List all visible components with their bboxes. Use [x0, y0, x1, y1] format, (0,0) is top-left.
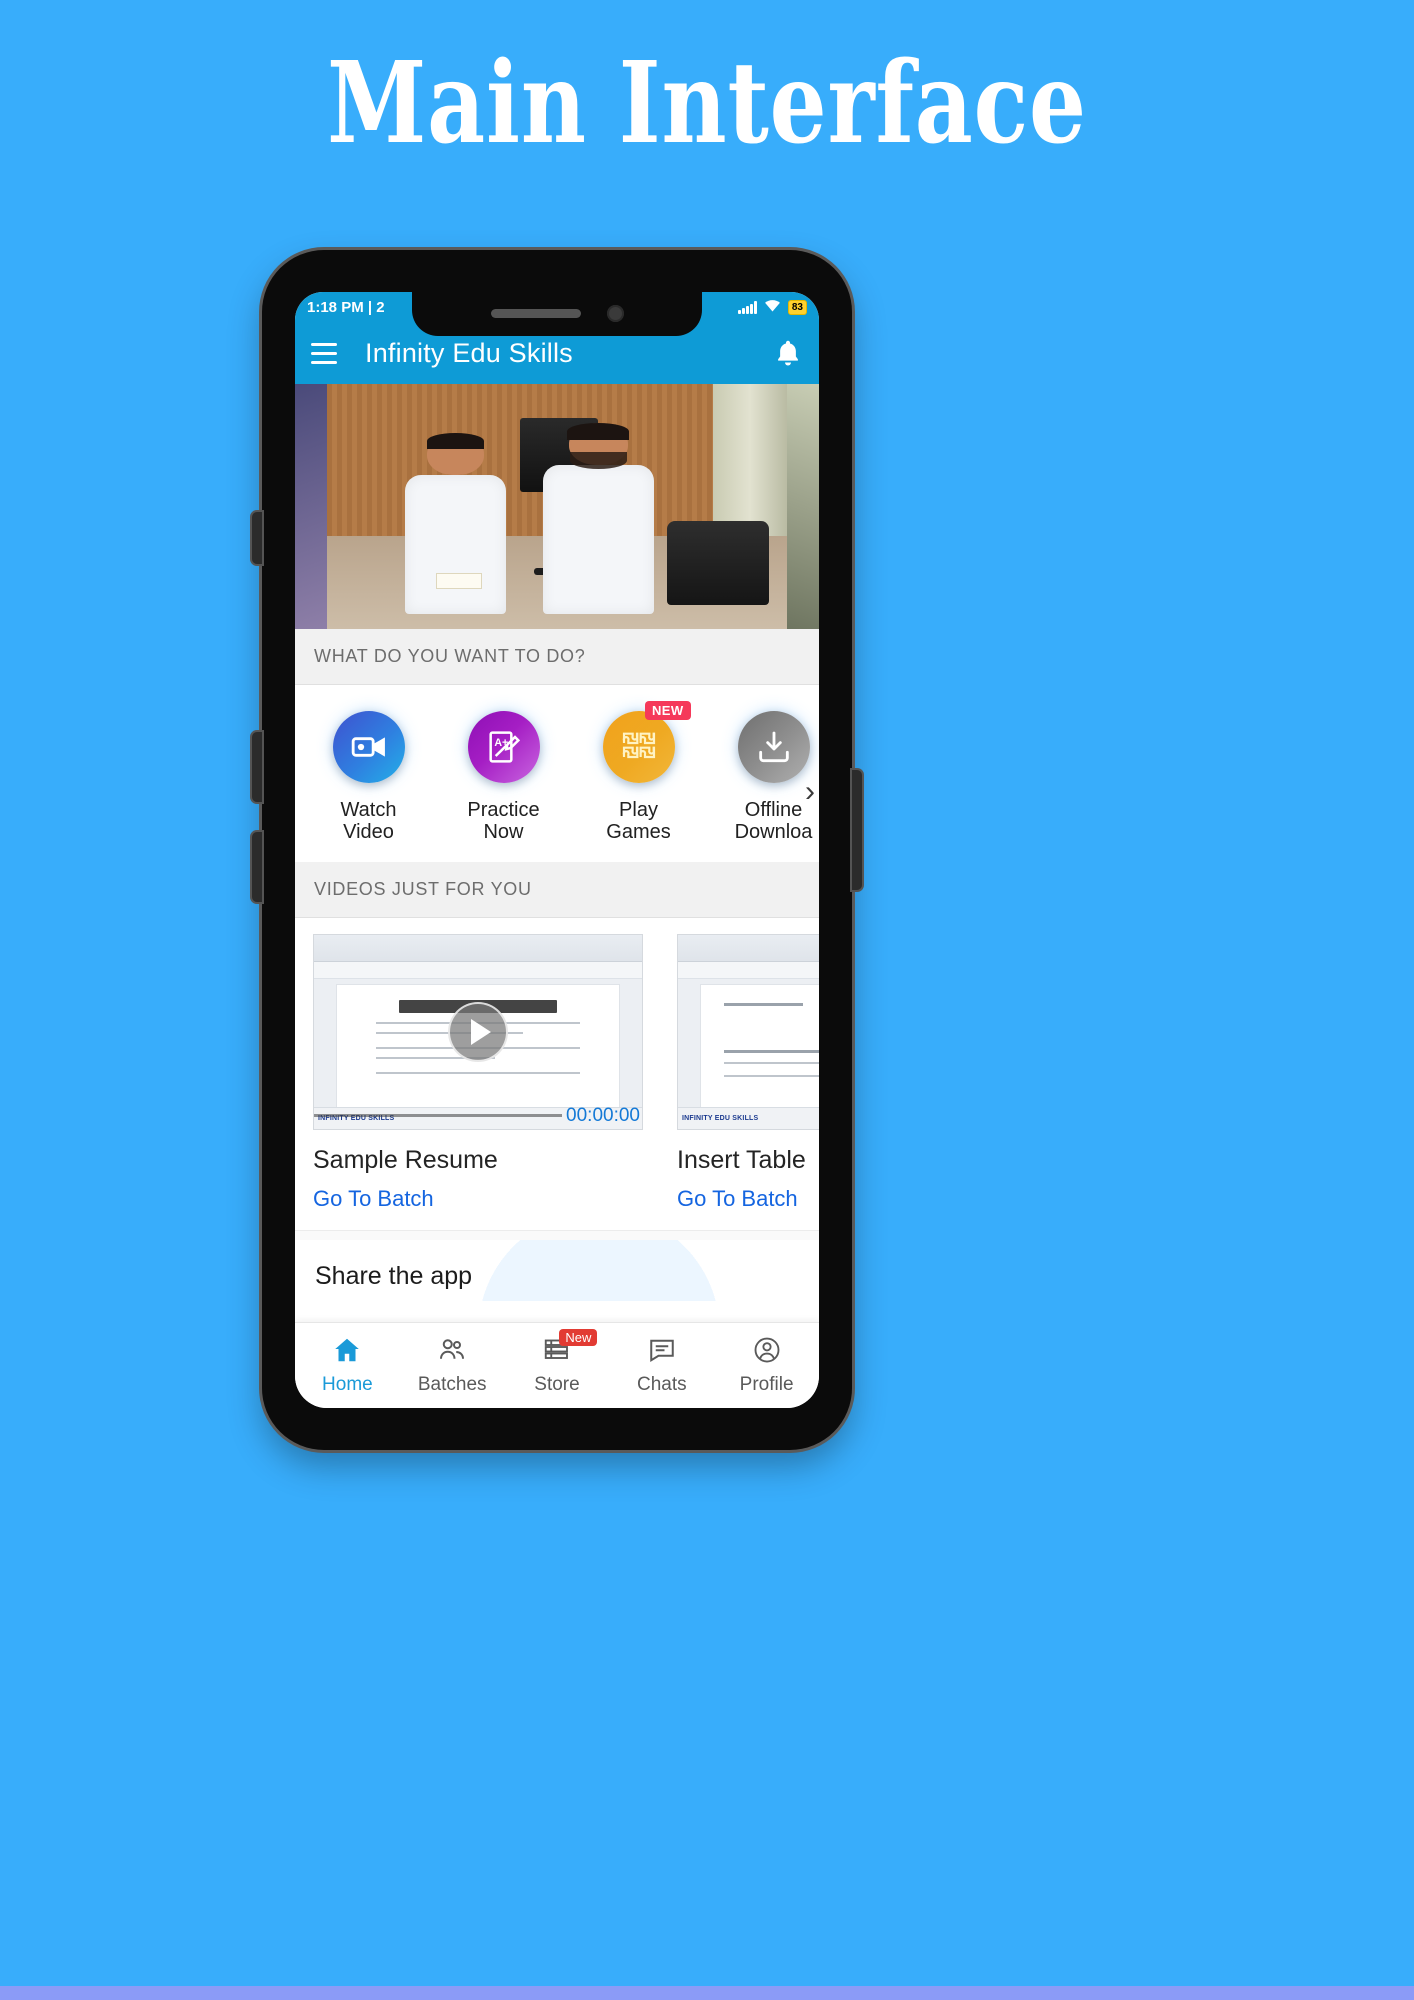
- wifi-icon: [764, 297, 781, 318]
- puzzle-pieces-icon: NEW: [602, 701, 691, 783]
- app-bar-title: Infinity Edu Skills: [365, 337, 573, 368]
- people-icon: [437, 1335, 467, 1370]
- video-camera-icon: [332, 711, 405, 783]
- banner-chair: [667, 521, 769, 605]
- chevron-right-icon[interactable]: ›: [805, 777, 815, 807]
- video-thumbnail[interactable]: INFINITY EDU SKILLS: [677, 933, 819, 1130]
- quick-action-label: Offline Downloa: [734, 799, 813, 844]
- phone-volume-up-button: [252, 732, 262, 802]
- quick-action-label: Practice Now: [467, 799, 540, 844]
- phone-mockup: 1:18 PM | 2 83 Infinity Edu Skills WHAT …: [252, 250, 862, 1450]
- phone-power-button: [852, 770, 862, 890]
- quick-actions-panel: Watch Video A+ Practice Now NEW Play Gam…: [295, 685, 819, 862]
- video-title: Sample Resume: [313, 1145, 498, 1174]
- battery-indicator: 83: [787, 299, 807, 315]
- nav-item-chats[interactable]: Chats: [609, 1335, 714, 1396]
- phone-volume-down-button: [252, 832, 262, 902]
- go-to-batch-link[interactable]: Go To Batch: [677, 1186, 819, 1212]
- divider: [295, 1229, 819, 1240]
- nav-label: Store: [534, 1374, 580, 1395]
- nav-label: Chats: [636, 1374, 687, 1395]
- person-circle-icon: [752, 1335, 782, 1370]
- nav-item-home[interactable]: Home: [295, 1335, 400, 1396]
- bell-icon[interactable]: [773, 337, 803, 369]
- home-icon: [332, 1335, 362, 1370]
- carousel-slide-next[interactable]: [787, 384, 819, 629]
- nav-label: Batches: [417, 1374, 487, 1395]
- speaker-grill-icon: [490, 308, 581, 318]
- signal-bars-icon: [738, 300, 757, 314]
- videos-row: INFINITY EDU SKILLS 00:00:00 Sample Resu…: [295, 917, 819, 1230]
- status-bar-time: 1:18 PM | 2: [307, 298, 385, 316]
- play-circle-icon[interactable]: [448, 1001, 508, 1062]
- front-camera-icon: [606, 304, 624, 322]
- quick-action-play-games[interactable]: NEW Play Games: [571, 701, 706, 844]
- nav-item-batches[interactable]: Batches: [400, 1335, 505, 1396]
- quick-action-label: Play Games: [606, 799, 671, 844]
- download-tray-icon: [737, 711, 810, 783]
- chat-bubble-icon: [647, 1335, 677, 1370]
- quick-actions-section-title: WHAT DO YOU WANT TO DO?: [295, 629, 819, 685]
- page-title: Main Interface: [327, 38, 1087, 169]
- video-card[interactable]: INFINITY EDU SKILLS 00:00:00 Sample Resu…: [313, 933, 643, 1212]
- video-progress-bar[interactable]: 00:00:00: [314, 1103, 642, 1129]
- quick-action-practice-now[interactable]: A+ Practice Now: [436, 711, 571, 844]
- status-badge: NEW: [644, 701, 691, 720]
- videos-section-title: VIDEOS JUST FOR YOU: [295, 861, 819, 918]
- thumb-document: [700, 985, 819, 1110]
- carousel-slide-current[interactable]: [327, 384, 787, 629]
- nav-item-store[interactable]: New Store: [505, 1329, 610, 1396]
- share-app-title: Share the app: [315, 1261, 473, 1290]
- go-to-batch-link[interactable]: Go To Batch: [313, 1186, 643, 1212]
- phone-screen: 1:18 PM | 2 83 Infinity Edu Skills WHAT …: [295, 292, 819, 1408]
- thumb-logo: INFINITY EDU SKILLS: [682, 1115, 759, 1123]
- banner-person-right: [543, 423, 654, 615]
- video-timecode: 00:00:00: [566, 1104, 640, 1126]
- quick-action-offline-download[interactable]: Offline Downloa: [706, 711, 819, 844]
- phone-side-button: [252, 512, 262, 564]
- banner-carousel[interactable]: [295, 384, 819, 629]
- status-badge: New: [559, 1329, 598, 1346]
- video-title: Insert Table: [677, 1145, 806, 1174]
- poster-bottom-strip: [0, 1986, 1414, 2000]
- banner-person-left: [405, 433, 507, 615]
- carousel-slide-previous[interactable]: [295, 384, 327, 629]
- quick-action-label: Watch Video: [340, 799, 397, 844]
- video-thumbnail[interactable]: INFINITY EDU SKILLS 00:00:00: [313, 933, 643, 1130]
- nav-label: Profile: [739, 1374, 794, 1395]
- hamburger-menu-icon[interactable]: [311, 342, 337, 364]
- phone-notch: [412, 292, 702, 336]
- a-plus-paper-pencil-icon: A+: [467, 711, 540, 783]
- nav-label: Home: [322, 1374, 373, 1395]
- bottom-navigation: Home Batches New Store Chats Profile: [295, 1322, 819, 1408]
- share-app-section[interactable]: Share the app: [295, 1239, 819, 1301]
- nav-item-profile[interactable]: Profile: [714, 1335, 819, 1396]
- quick-action-watch-video[interactable]: Watch Video: [301, 711, 436, 844]
- quick-actions-row: Watch Video A+ Practice Now NEW Play Gam…: [295, 701, 819, 844]
- video-card[interactable]: INFINITY EDU SKILLS Insert Table Go To B…: [677, 933, 819, 1212]
